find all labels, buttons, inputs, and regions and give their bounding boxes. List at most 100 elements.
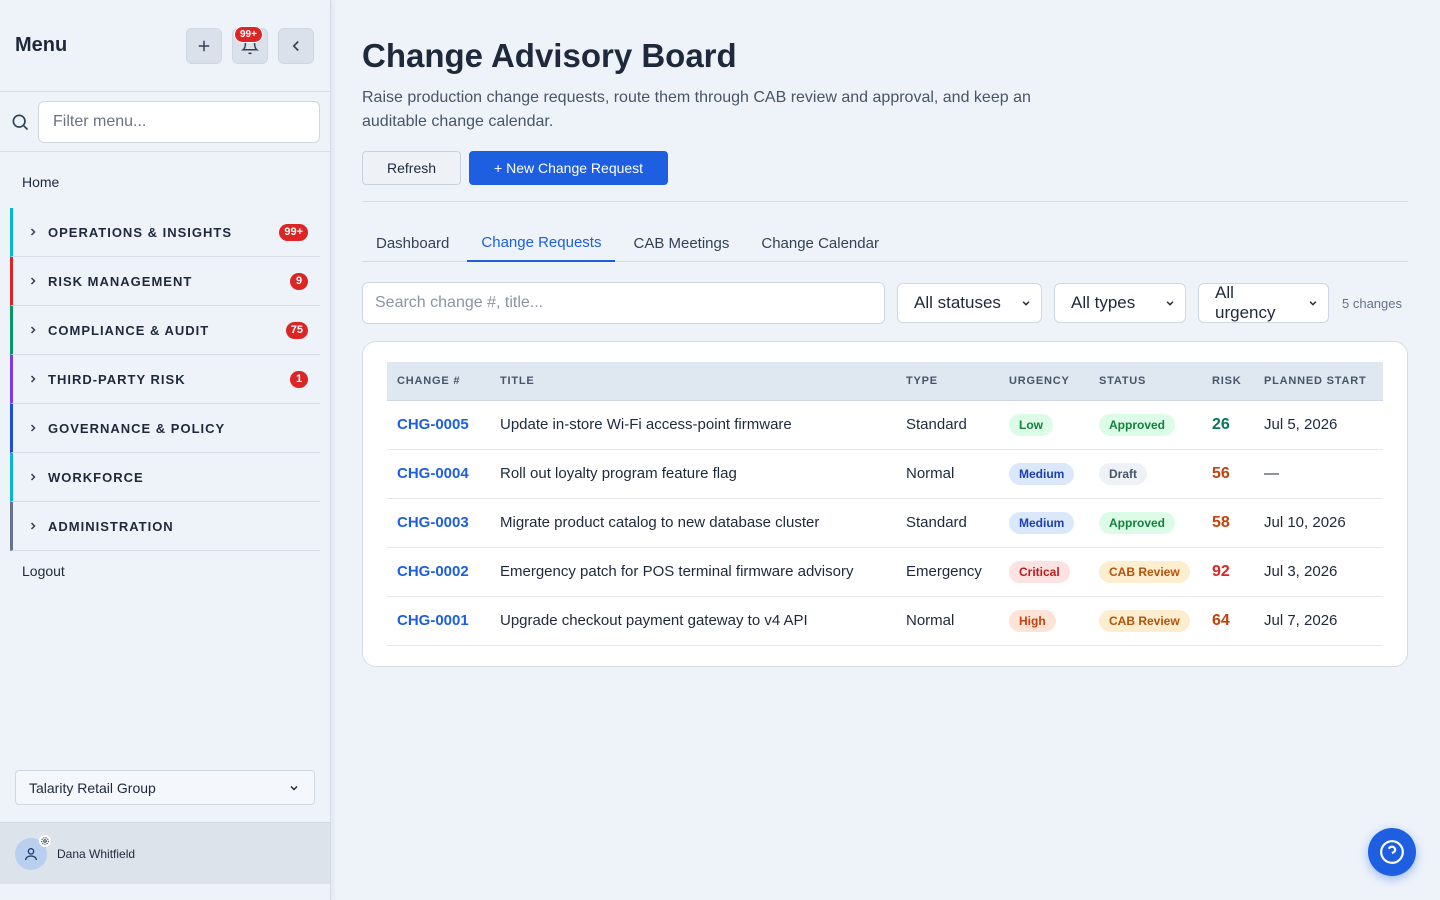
risk-score: 64 (1212, 611, 1230, 629)
change-id-link[interactable]: CHG-0003 (397, 514, 469, 531)
type-cell: Emergency (896, 547, 999, 597)
table-row[interactable]: CHG-0005 Update in-store Wi-Fi access-poi… (387, 400, 1383, 450)
type-cell: Normal (896, 449, 999, 499)
type-cell: Standard (896, 498, 999, 548)
main-content: Change Advisory Board Raise production c… (362, 0, 1408, 667)
change-id-link[interactable]: CHG-0001 (397, 612, 469, 629)
notification-badge: 99+ (234, 25, 263, 43)
nav-section-risk-management[interactable]: RISK MANAGEMENT 9 (10, 257, 320, 306)
nav-section-label: WORKFORCE (48, 469, 144, 485)
tab-cab-meetings[interactable]: CAB Meetings (619, 224, 743, 262)
urgency-badge: High (1009, 609, 1056, 632)
nav-section-label: COMPLIANCE & AUDIT (48, 322, 210, 338)
planned-start-cell: Jul 3, 2026 (1254, 547, 1383, 597)
collapse-sidebar-button[interactable] (278, 27, 314, 64)
column-header[interactable]: CHANGE # (387, 362, 490, 401)
new-change-request-button[interactable]: + New Change Request (469, 151, 669, 185)
chevron-right-icon (30, 424, 36, 432)
column-header[interactable]: TYPE (896, 362, 999, 401)
chevron-left-icon (292, 40, 299, 51)
status-cell: Draft (1089, 449, 1202, 499)
nav-section-badge: 75 (285, 321, 308, 339)
column-header[interactable]: PLANNED START (1254, 362, 1383, 401)
title-cell: Emergency patch for POS terminal firmwar… (490, 547, 896, 597)
nav-section-compliance-audit[interactable]: COMPLIANCE & AUDIT 75 (10, 306, 320, 355)
status-badge: Approved (1099, 511, 1176, 534)
settings-badge (39, 834, 51, 847)
risk-score: 58 (1212, 513, 1230, 531)
status-cell: Approved (1089, 400, 1202, 450)
tab-change-calendar[interactable]: Change Calendar (747, 224, 893, 262)
tabs: Dashboard Change Requests CAB Meetings Chan… (362, 224, 1408, 262)
organization-select[interactable]: Talarity Retail Group (15, 770, 315, 805)
status-badge: Approved (1099, 413, 1176, 436)
column-header[interactable]: RISK (1202, 362, 1254, 401)
column-header[interactable]: URGENCY (999, 362, 1089, 401)
sidebar: Menu 99+ Home OPERATIONS & INSIGHTS 99+ RI… (0, 0, 331, 900)
nav-logout[interactable]: Logout (0, 553, 330, 589)
notifications-button[interactable]: 99+ (232, 25, 268, 64)
chevron-right-icon (30, 522, 36, 530)
type-cell: Standard (896, 400, 999, 450)
status-filter-select[interactable]: All statuses (897, 283, 1042, 323)
tab-dashboard[interactable]: Dashboard (362, 224, 463, 262)
title-cell: Upgrade checkout payment gateway to v4 A… (490, 596, 896, 646)
add-button[interactable] (186, 27, 222, 64)
nav-section-operations-insights[interactable]: OPERATIONS & INSIGHTS 99+ (10, 208, 320, 257)
nav-section-label: GOVERNANCE & POLICY (48, 420, 226, 436)
urgency-badge: Low (1009, 413, 1053, 436)
risk-score: 26 (1212, 415, 1230, 433)
urgency-filter-value: All urgency (1215, 283, 1276, 322)
column-header[interactable]: TITLE (490, 362, 896, 401)
filter-menu-input[interactable] (38, 100, 320, 143)
help-icon (1380, 840, 1404, 864)
search-change-input[interactable] (362, 282, 885, 324)
planned-start-cell: Jul 5, 2026 (1254, 400, 1383, 450)
sidebar-header: Menu 99+ (0, 0, 330, 92)
status-cell: CAB Review (1089, 547, 1202, 597)
urgency-cell: High (999, 596, 1089, 646)
column-header[interactable]: STATUS (1089, 362, 1202, 401)
tab-change-requests[interactable]: Change Requests (467, 224, 616, 262)
page-title: Change Advisory Board (362, 37, 737, 74)
user-profile[interactable]: Dana Whitfield (0, 822, 330, 884)
chevron-down-icon (1309, 301, 1317, 306)
refresh-button[interactable]: Refresh (362, 151, 462, 185)
planned-start-cell: — (1254, 449, 1383, 499)
sidebar-actions: 99+ (186, 25, 314, 64)
change-id-cell: CHG-0001 (387, 596, 490, 646)
help-button[interactable] (1368, 828, 1416, 876)
change-id-link[interactable]: CHG-0002 (397, 563, 469, 580)
table-row[interactable]: CHG-0001 Upgrade checkout payment gateway… (387, 596, 1383, 646)
nav-home[interactable]: Home (0, 164, 330, 200)
table-header-row: CHANGE # TITLE TYPE URGENCY STATUS RISK PLANNE… (387, 362, 1383, 401)
status-filter-value: All statuses (914, 293, 1001, 312)
nav-section-badge: 99+ (279, 223, 308, 241)
type-cell: Normal (896, 596, 999, 646)
table-row[interactable]: CHG-0002 Emergency patch for POS terminal… (387, 547, 1383, 597)
urgency-filter-select[interactable]: All urgency (1198, 283, 1329, 323)
chevron-down-icon (1166, 301, 1174, 306)
nav-section-third-party-risk[interactable]: THIRD-PARTY RISK 1 (10, 355, 320, 404)
change-id-cell: CHG-0005 (387, 400, 490, 450)
type-filter-select[interactable]: All types (1054, 283, 1186, 323)
chevron-right-icon (30, 326, 36, 334)
status-badge: CAB Review (1099, 609, 1190, 632)
urgency-badge: Medium (1009, 511, 1075, 534)
nav-section-workforce[interactable]: WORKFORCE (10, 453, 320, 502)
table-row[interactable]: CHG-0003 Migrate product catalog to new d… (387, 498, 1383, 548)
table-body: CHG-0005 Update in-store Wi-Fi access-poi… (387, 400, 1383, 646)
nav-sections: OPERATIONS & INSIGHTS 99+ RISK MANAGEMENT 9… (0, 208, 330, 551)
change-id-cell: CHG-0003 (387, 498, 490, 548)
status-cell: CAB Review (1089, 596, 1202, 646)
urgency-badge: Critical (1009, 560, 1070, 583)
sidebar-title: Menu (15, 34, 68, 56)
change-id-link[interactable]: CHG-0004 (397, 465, 469, 482)
change-id-link[interactable]: CHG-0005 (397, 416, 469, 433)
nav-section-governance-policy[interactable]: GOVERNANCE & POLICY (10, 404, 320, 453)
type-filter-value: All types (1071, 293, 1136, 312)
table-row[interactable]: CHG-0004 Roll out loyalty program feature… (387, 449, 1383, 499)
urgency-cell: Critical (999, 547, 1089, 597)
nav-section-administration[interactable]: ADMINISTRATION (10, 502, 320, 551)
urgency-cell: Medium (999, 498, 1089, 548)
